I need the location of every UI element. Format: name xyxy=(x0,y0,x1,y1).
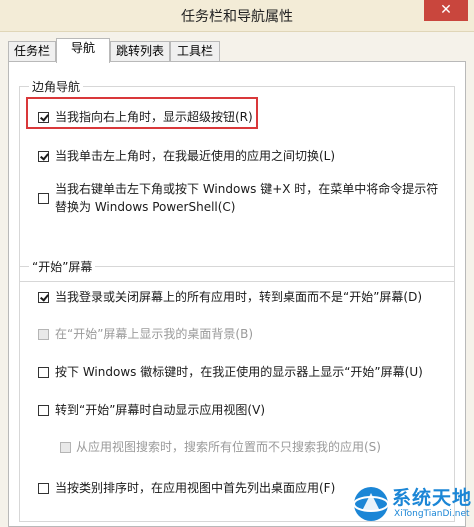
option-label-go-to-desktop[interactable]: 当我登录或关闭屏幕上的所有应用时，转到桌面而不是“开始”屏幕(D) xyxy=(55,288,422,306)
tab-toolbars[interactable]: 工具栏 xyxy=(170,41,220,61)
tab-taskbar[interactable]: 任务栏 xyxy=(8,41,56,61)
option-label-show-desktop-background: 在“开始”屏幕上显示我的桌面背景(B) xyxy=(55,327,254,341)
tab-panel-navigation: 边角导航 当我指向右上角时，显示超级按钮(R) 当我单击左上角时，在我最近使用的… xyxy=(8,61,466,527)
checkbox-switch-recent-apps[interactable] xyxy=(38,151,49,162)
tab-jump-lists[interactable]: 跳转列表 xyxy=(110,41,170,61)
highlight-box xyxy=(26,97,258,129)
option-label-search-everywhere: 从应用视图搜索时，搜索所有位置而不只搜索我的应用(S) xyxy=(76,440,381,454)
title-bar: 任务栏和导航属性 ✕ xyxy=(0,0,474,32)
checkbox-list-desktop-apps-first[interactable] xyxy=(38,483,49,494)
checkbox-go-to-desktop[interactable] xyxy=(38,292,49,303)
option-label-replace-powershell[interactable]: 当我右键单击左下角或按下 Windows 键+X 时，在菜单中将命令提示符 xyxy=(55,180,438,198)
checkbox-search-everywhere[interactable] xyxy=(60,442,71,453)
option-label-switch-recent-apps[interactable]: 当我单击左上角时，在我最近使用的应用之间切换(L) xyxy=(55,147,335,165)
window-title: 任务栏和导航属性 xyxy=(181,9,293,25)
checkbox-show-apps-view[interactable] xyxy=(38,405,49,416)
close-icon: ✕ xyxy=(440,2,452,18)
tab-navigation[interactable]: 导航 xyxy=(56,38,110,63)
watermark-logo-icon xyxy=(353,487,389,521)
checkbox-replace-powershell[interactable] xyxy=(38,193,49,204)
option-label-show-apps-view[interactable]: 转到“开始”屏幕时自动显示应用视图(V) xyxy=(55,401,265,419)
option-label-list-desktop-apps-first[interactable]: 当按类别排序时，在应用视图中首先列出桌面应用(F) xyxy=(55,479,335,497)
group-legend-corner-navigation: 边角导航 xyxy=(29,78,84,95)
checkbox-start-on-current-display[interactable] xyxy=(38,367,49,378)
watermark: 系统天地 XiTongTianDi.net xyxy=(350,481,474,527)
option-label-replace-powershell-line2[interactable]: 替换为 Windows PowerShell(C) xyxy=(55,198,236,216)
close-button[interactable]: ✕ xyxy=(424,0,468,21)
option-label-start-on-current-display[interactable]: 按下 Windows 徽标键时，在我正使用的显示器上显示“开始”屏幕(U) xyxy=(55,363,423,381)
watermark-brand: 系统天地 xyxy=(392,487,473,509)
checkbox-show-desktop-background[interactable] xyxy=(38,329,49,340)
group-legend-start-screen: “开始”屏幕 xyxy=(29,258,96,275)
watermark-url: XiTongTianDi.net xyxy=(394,509,470,519)
